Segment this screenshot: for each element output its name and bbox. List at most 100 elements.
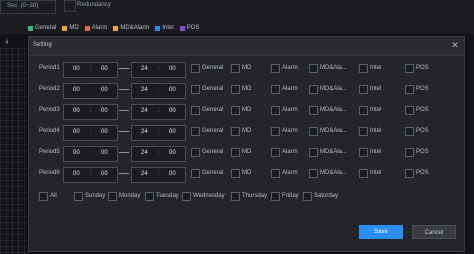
event-checkbox[interactable]	[405, 106, 414, 115]
event-checkbox[interactable]	[271, 106, 280, 115]
event-checkbox[interactable]	[309, 64, 318, 73]
day-checkbox-wednesday[interactable]	[182, 192, 191, 201]
event-checkbox[interactable]	[359, 127, 368, 136]
event-label: Alarm	[282, 128, 298, 134]
end-minute: 00	[169, 66, 176, 72]
event-checkbox[interactable]	[231, 106, 240, 115]
time-separator: :	[158, 129, 160, 135]
end-time-input[interactable]: 24 : 00	[131, 104, 186, 120]
event-checkbox[interactable]	[359, 169, 368, 178]
event-checkbox[interactable]	[405, 127, 414, 136]
start-time-input[interactable]: 00 : 00	[63, 83, 118, 99]
period-label: Period6	[39, 170, 60, 176]
end-time-input[interactable]: 24 : 00	[131, 62, 186, 78]
day-checkbox-friday[interactable]	[271, 192, 280, 201]
event-checkbox[interactable]	[309, 169, 318, 178]
day-checkbox-monday[interactable]	[108, 192, 117, 201]
event-checkbox[interactable]	[191, 169, 200, 178]
event-label: MD	[242, 170, 252, 176]
end-time-input[interactable]: 24 : 00	[131, 125, 186, 141]
start-minute: 00	[101, 87, 108, 93]
event-label: POS	[416, 128, 429, 134]
event-checkbox[interactable]	[271, 85, 280, 94]
event-checkbox[interactable]	[405, 64, 414, 73]
event-checkbox[interactable]	[309, 85, 318, 94]
event-checkbox[interactable]	[231, 64, 240, 73]
period-label: Period4	[39, 128, 60, 134]
event-label: General	[202, 149, 224, 155]
dialog-titlebar: Setting ✕	[29, 37, 464, 56]
event-checkbox[interactable]	[359, 148, 368, 157]
start-hour: 00	[73, 129, 80, 135]
time-separator: :	[90, 66, 92, 72]
end-time-input[interactable]: 24 : 00	[131, 83, 186, 99]
legend: General MD Alarm MD&Alarm Intel POS	[28, 25, 199, 31]
range-dash	[119, 68, 129, 69]
event-label: MD	[242, 86, 252, 92]
start-minute: 00	[101, 129, 108, 135]
end-minute: 00	[169, 108, 176, 114]
event-checkbox[interactable]	[405, 85, 414, 94]
day-checkbox-sunday[interactable]	[74, 192, 83, 201]
day-checkbox-saturday[interactable]	[303, 192, 312, 201]
event-label: MD&Ala...	[320, 128, 348, 134]
setting-dialog: Setting ✕ Period1 00 : 00 24 : 00 Genera…	[28, 36, 465, 252]
event-checkbox[interactable]	[191, 106, 200, 115]
event-checkbox[interactable]	[359, 64, 368, 73]
start-time-input[interactable]: 00 : 00	[63, 125, 118, 141]
day-checkbox-tuesday[interactable]	[145, 192, 154, 201]
day-label: Sunday	[85, 193, 106, 199]
event-checkbox[interactable]	[359, 85, 368, 94]
event-checkbox[interactable]	[309, 106, 318, 115]
start-time-input[interactable]: 00 : 00	[63, 104, 118, 120]
day-label: All	[50, 193, 57, 199]
event-checkbox[interactable]	[191, 148, 200, 157]
end-time-input[interactable]: 24 : 00	[131, 167, 186, 183]
event-checkbox[interactable]	[231, 85, 240, 94]
event-label: POS	[416, 149, 429, 155]
event-checkbox[interactable]	[231, 127, 240, 136]
event-checkbox[interactable]	[271, 127, 280, 136]
event-checkbox[interactable]	[405, 148, 414, 157]
day-checkbox-thursday[interactable]	[231, 192, 240, 201]
save-button[interactable]: Save	[359, 225, 403, 239]
end-hour: 24	[141, 108, 148, 114]
event-checkbox[interactable]	[231, 169, 240, 178]
close-icon[interactable]: ✕	[450, 40, 460, 50]
event-label: Intel	[370, 149, 382, 155]
event-checkbox[interactable]	[271, 169, 280, 178]
range-dash	[119, 89, 129, 90]
sec-field[interactable]: Sec. (0~30)	[0, 0, 56, 14]
event-checkbox[interactable]	[405, 169, 414, 178]
event-checkbox[interactable]	[191, 64, 200, 73]
event-checkbox[interactable]	[191, 127, 200, 136]
event-checkbox[interactable]	[271, 148, 280, 157]
event-checkbox[interactable]	[309, 127, 318, 136]
event-checkbox[interactable]	[359, 106, 368, 115]
legend-item-md: MD	[62, 25, 79, 31]
legend-label: POS	[186, 25, 200, 31]
range-dash	[119, 110, 129, 111]
event-checkbox[interactable]	[271, 64, 280, 73]
redundancy-checkbox[interactable]	[64, 0, 76, 12]
day-label: Saturday	[314, 193, 339, 199]
end-minute: 00	[169, 87, 176, 93]
event-label: Intel	[370, 86, 382, 92]
period-row: Period3 00 : 00 24 : 00 General MD Alarm	[39, 104, 459, 120]
legend-swatch	[155, 25, 161, 31]
event-checkbox[interactable]	[191, 85, 200, 94]
legend-swatch	[84, 25, 90, 31]
legend-item-alarm: Alarm	[84, 25, 107, 31]
range-dash	[119, 152, 129, 153]
event-label: MD	[242, 149, 252, 155]
event-checkbox[interactable]	[309, 148, 318, 157]
start-time-input[interactable]: 00 : 00	[63, 146, 118, 162]
side-mark: 4	[5, 40, 9, 46]
start-hour: 00	[73, 150, 80, 156]
day-checkbox-all[interactable]	[39, 192, 48, 201]
cancel-button[interactable]: Cancel	[412, 225, 456, 239]
end-time-input[interactable]: 24 : 00	[131, 146, 186, 162]
start-time-input[interactable]: 00 : 00	[63, 62, 118, 78]
event-checkbox[interactable]	[231, 148, 240, 157]
start-time-input[interactable]: 00 : 00	[63, 167, 118, 183]
